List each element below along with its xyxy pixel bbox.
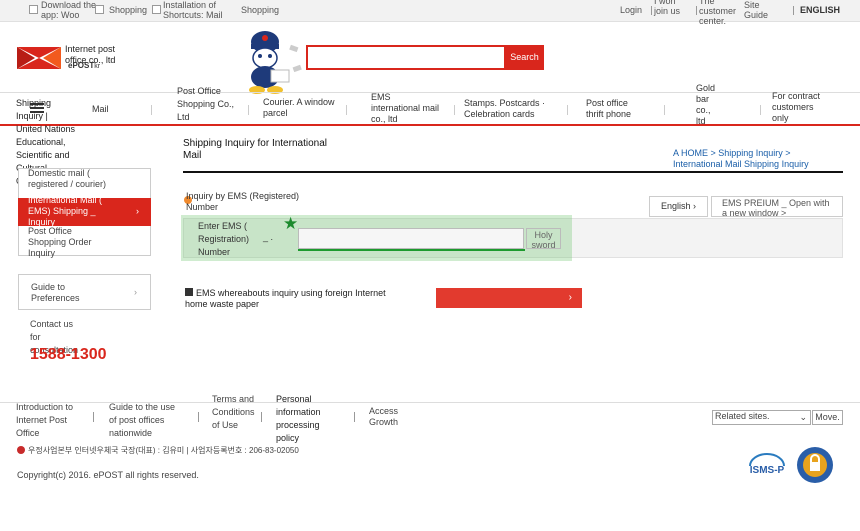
holy-sword-button[interactable]: Holy sword (526, 228, 561, 250)
footer-link-access[interactable]: Access Growth (369, 406, 409, 428)
join-link[interactable]: I won join us (654, 0, 688, 16)
search-button[interactable]: Search (505, 45, 544, 70)
login-link[interactable]: Login (620, 5, 642, 15)
chevron-right-icon: › (136, 206, 139, 216)
divider (760, 105, 761, 115)
ems-premium-button[interactable]: EMS PREIUM _ Open with a new window > (711, 196, 843, 218)
nav-item-shopping[interactable]: Post Office Shopping Co., Ltd (177, 85, 237, 124)
copyright-text: Copyright(c) 2016. ePOST all rights rese… (17, 470, 199, 480)
divider (198, 412, 199, 422)
breadcrumb[interactable]: A HOME > Shipping Inquiry > Internationa… (673, 148, 833, 170)
sidebar-item-international[interactable]: International Mail ( EMS) Shipping _ Inq… (28, 195, 118, 228)
search-input[interactable] (306, 45, 506, 70)
nav-item-courier[interactable]: Courier. A window parcel (263, 97, 343, 119)
square-bullet-icon (185, 288, 193, 296)
sidebar-item-shopping-order[interactable]: Post Office Shopping Order Inquiry (28, 226, 98, 259)
contact-phone: 1588-1300 (30, 346, 107, 363)
download-icon (29, 5, 38, 14)
related-sites-select[interactable]: Related sites. ⌄ (712, 410, 811, 425)
logo-subtext: ePOSTkr (68, 61, 101, 70)
divider (261, 412, 262, 422)
shortcut-icon (152, 5, 161, 14)
installation-link[interactable]: Installation of Shortcuts: Mail (163, 0, 233, 20)
ems-number-label: Enter EMS ( Registration) Number (198, 221, 250, 257)
footer-link-privacy[interactable]: Personal information processing policy (276, 393, 336, 445)
divider (151, 105, 152, 115)
shopping-link[interactable]: Shopping (109, 5, 147, 15)
english-link[interactable]: ENGLISH (800, 5, 840, 15)
divider (93, 412, 94, 422)
nav-item-stamps[interactable]: Stamps. Postcards · Celebration cards (464, 98, 564, 120)
move-button[interactable]: Move. (812, 410, 843, 425)
divider (696, 6, 697, 15)
nav-item-mail[interactable]: Mail (92, 104, 109, 115)
kisa-certification-icon (797, 447, 833, 483)
divider (183, 171, 843, 173)
customer-center-link[interactable]: The customer center. (699, 0, 739, 26)
preferences-link[interactable]: Guide to Preferences (31, 282, 91, 304)
footer-link-terms[interactable]: Terms and Conditions of Use (212, 393, 262, 432)
divider (454, 105, 455, 115)
mascot-icon (249, 31, 302, 94)
section-label: Inquiry by EMS (Registered) Number (186, 191, 300, 212)
shopping-icon (95, 5, 104, 14)
nav-item-thrift-phone[interactable]: Post office thrift phone (586, 98, 646, 120)
download-app-link[interactable]: Download the app: Woo (41, 0, 103, 20)
chevron-down-icon: ⌄ (799, 412, 807, 422)
footer-link-introduction[interactable]: Introduction to Internet Post Office (16, 401, 76, 440)
nav-item-gold-bar[interactable]: Gold bar co., ltd (696, 83, 722, 127)
divider (793, 6, 794, 15)
shopping-link-2[interactable]: Shopping (241, 5, 279, 15)
ministry-logo-icon (17, 446, 25, 454)
divider (248, 105, 249, 115)
ministry-info: 우정사업본부 인터넷우체국 국장(대표) : 김유미 | 사업자등록번호 : 2… (28, 446, 299, 455)
divider (354, 412, 355, 422)
divider (664, 105, 665, 115)
site-guide-link[interactable]: Site Guide (744, 0, 774, 20)
input-focus-line (298, 249, 525, 251)
nav-item-ems[interactable]: EMS international mail co., ltd (371, 92, 441, 125)
sidebar-item-domestic[interactable]: Domestic mail ( registered / courier) (28, 168, 128, 190)
footer-link-post-offices[interactable]: Guide to the use of post offices nationw… (109, 401, 184, 440)
waste-paper-inquiry-button[interactable]: › (436, 288, 582, 308)
epost-logo-icon[interactable] (17, 47, 61, 69)
divider (651, 6, 652, 15)
chevron-right-icon: › (134, 287, 137, 297)
isms-p-certification-icon: ISMS-P (749, 453, 785, 476)
ems-number-input[interactable] (298, 228, 524, 249)
label-suffix: _ . (263, 232, 274, 242)
divider (567, 105, 568, 115)
nav-item-contract[interactable]: For contract customers only (772, 91, 832, 124)
page-title: Shipping Inquiry for International Mail (183, 138, 327, 161)
divider (346, 105, 347, 115)
star-icon: ★ (283, 214, 299, 233)
english-button[interactable]: English › (649, 196, 708, 217)
svg-text:ISMS-P: ISMS-P (750, 465, 785, 476)
waste-paper-inquiry-text: EMS whereabouts inquiry using foreign In… (185, 288, 386, 309)
